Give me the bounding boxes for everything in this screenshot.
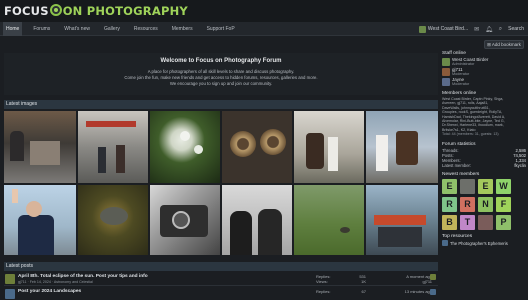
- nav-forums[interactable]: Forums: [30, 22, 53, 36]
- user-name: West Coast Bird...: [427, 26, 469, 32]
- replies-label: Replies:: [316, 289, 331, 294]
- gallery-image[interactable]: [4, 185, 76, 255]
- staff-member[interactable]: West Coast Birder Administrator: [442, 57, 526, 67]
- gallery-image[interactable]: [78, 185, 148, 255]
- gallery-image[interactable]: [366, 185, 438, 255]
- staff-role: Moderator: [452, 72, 470, 77]
- search-icon[interactable]: ⌕: [499, 26, 502, 33]
- member-avatar[interactable]: R: [442, 197, 457, 213]
- post-avatar: [5, 274, 15, 284]
- post-latest: 13 minutes ago: [396, 289, 432, 294]
- welcome-line-3: We encourage you to sign up and join our…: [169, 81, 273, 86]
- stat-label: Latest member:: [442, 163, 472, 169]
- post-title[interactable]: April 8th. Total eclipse of the sun. Pos…: [18, 274, 148, 279]
- member-avatar[interactable]: F: [496, 197, 511, 213]
- member-avatar[interactable]: P: [496, 215, 511, 231]
- member-avatar[interactable]: E: [478, 179, 493, 195]
- gallery-image[interactable]: [294, 111, 364, 183]
- user-avatar: [418, 25, 426, 33]
- staff-role: Moderator: [452, 82, 470, 87]
- last-poster-avatar[interactable]: [430, 289, 436, 295]
- bell-icon[interactable]: 🔔︎: [485, 26, 493, 33]
- staff-member[interactable]: gj711 Moderator: [442, 67, 526, 77]
- nav-support-fop[interactable]: Support FoP: [204, 22, 238, 36]
- member-avatar[interactable]: [460, 179, 475, 195]
- last-poster-avatar[interactable]: [430, 274, 436, 280]
- gallery-image[interactable]: [78, 111, 148, 183]
- post-stats: Replies: 531 Views: 1K: [316, 274, 366, 284]
- post-title[interactable]: Post your 2024 Landscapes: [18, 289, 81, 294]
- post-avatar: [5, 289, 15, 299]
- latest-images-gallery: [4, 111, 438, 255]
- main-navigation: Home Forums What's new Gallery Resources…: [0, 22, 528, 36]
- post-time[interactable]: 13 minutes ago: [396, 289, 432, 294]
- nav-members[interactable]: Members: [169, 22, 196, 36]
- replies-count: 67: [361, 289, 366, 294]
- camera-lens-icon: [49, 4, 62, 16]
- nav-gallery[interactable]: Gallery: [101, 22, 123, 36]
- member-avatar[interactable]: B: [442, 215, 457, 231]
- gallery-image[interactable]: [150, 111, 220, 183]
- staff-role: Administrator: [452, 62, 475, 67]
- post-latest: A moment ago gj711: [396, 274, 432, 284]
- gallery-image[interactable]: [222, 185, 292, 255]
- logo-text-right: ON PHOTOGRAPHY: [62, 4, 188, 18]
- member-avatar[interactable]: N: [478, 197, 493, 213]
- forum-statistics-title: Forum statistics: [442, 141, 476, 147]
- envelope-icon[interactable]: ✉: [474, 26, 479, 33]
- newest-members-title: Newest members: [442, 172, 480, 178]
- nav-resources[interactable]: Resources: [131, 22, 161, 36]
- member-avatar[interactable]: R: [460, 197, 475, 213]
- post-last-user[interactable]: gj711: [396, 279, 433, 284]
- views-label: Views:: [316, 279, 328, 284]
- resource-title[interactable]: The Photographer's Ephemeris: [450, 241, 508, 246]
- post-row[interactable]: Post your 2024 Landscapes Replies: 67 13 …: [4, 287, 438, 300]
- member-avatar[interactable]: W: [496, 179, 511, 195]
- staff-avatar: [442, 58, 450, 66]
- logo-text-left: FOCUS: [4, 4, 49, 18]
- gallery-image[interactable]: [222, 111, 292, 183]
- member-avatar[interactable]: [478, 215, 493, 231]
- nav-whats-new[interactable]: What's new: [61, 22, 93, 36]
- latest-images-header: Latest images: [4, 100, 438, 109]
- members-online-list: West Coast Birder, Captn Pinky, Shga, Av…: [442, 97, 526, 137]
- resource-item[interactable]: The Photographer's Ephemeris: [442, 240, 526, 247]
- views-count: 1K: [361, 279, 366, 284]
- welcome-notice: Welcome to Focus on Photography Forum A …: [4, 53, 438, 95]
- staff-avatar: [442, 78, 450, 86]
- gallery-image[interactable]: [150, 185, 220, 255]
- site-logo[interactable]: FOCUS ON PHOTOGRAPHY: [4, 3, 188, 19]
- member-avatar[interactable]: T: [460, 215, 475, 231]
- post-row[interactable]: April 8th. Total eclipse of the sun. Pos…: [4, 272, 438, 286]
- staff-member[interactable]: Jayne Moderator: [442, 77, 526, 87]
- staff-online-title: Staff online: [442, 51, 466, 56]
- members-online-title: Members online: [442, 91, 477, 96]
- resource-icon: [442, 240, 448, 247]
- latest-member-link[interactable]: fkyclin: [514, 163, 526, 168]
- members-total: Total: 44 (members: 31, guests: 13): [442, 132, 499, 137]
- gallery-image[interactable]: [4, 111, 76, 183]
- latest-posts-header: Latest posts: [4, 262, 438, 271]
- add-bookmark-button[interactable]: ⊞ Add bookmark: [484, 40, 524, 49]
- newest-members-grid: E E W R R N F B T P: [442, 179, 526, 231]
- user-menu[interactable]: West Coast Bird...: [418, 25, 469, 33]
- search-label[interactable]: Search: [508, 26, 524, 32]
- post-stats: Replies: 67: [316, 289, 366, 294]
- top-resources-title: Top resources: [442, 234, 473, 240]
- post-meta: gj711 · Feb 14, 2024 · Astronomy and Cel…: [18, 280, 93, 284]
- member-avatar[interactable]: E: [442, 179, 457, 195]
- add-bookmark-label: Add bookmark: [491, 42, 521, 47]
- site-header: FOCUS ON PHOTOGRAPHY: [0, 0, 528, 22]
- gallery-image[interactable]: [294, 185, 364, 255]
- nav-home[interactable]: Home: [3, 22, 23, 36]
- gallery-image[interactable]: [366, 111, 438, 183]
- sidebar: Staff online West Coast Birder Administr…: [442, 51, 526, 247]
- staff-avatar: [442, 68, 450, 76]
- welcome-title: Welcome to Focus on Photography Forum: [160, 58, 282, 64]
- forum-statistics: Threads: 2,586 Posts: 74,502 Members: 1,334…: [442, 148, 526, 169]
